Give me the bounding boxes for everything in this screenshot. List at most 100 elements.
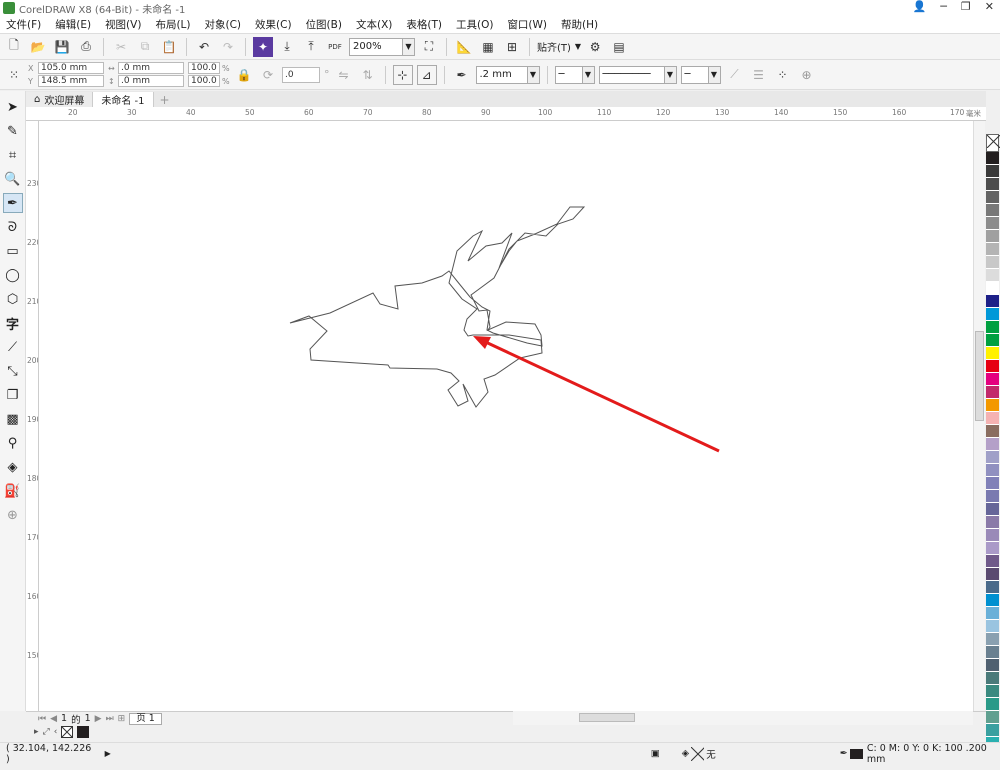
color-swatch[interactable]: [986, 243, 999, 256]
color-swatch[interactable]: [986, 659, 999, 672]
crop-tool-icon[interactable]: ⌗: [3, 145, 23, 165]
menu-help[interactable]: 帮助(H): [561, 17, 598, 32]
color-swatch[interactable]: [986, 477, 999, 490]
color-swatch[interactable]: [986, 360, 999, 373]
mirror-horizontal-icon[interactable]: ⇋: [334, 65, 354, 85]
horizontal-scroll-thumb[interactable]: [579, 713, 635, 722]
color-swatch[interactable]: [986, 321, 999, 334]
color-swatch[interactable]: [986, 217, 999, 230]
color-swatch[interactable]: [986, 204, 999, 217]
menu-effects[interactable]: 效果(C): [255, 17, 292, 32]
color-swatch[interactable]: [986, 568, 999, 581]
start-arrowhead-select[interactable]: ─ ▼: [554, 65, 595, 84]
wrap-text-icon[interactable]: ☰: [749, 65, 769, 85]
paste-icon[interactable]: 📋: [159, 37, 179, 57]
zoom-tool-icon[interactable]: 🔍: [3, 169, 23, 189]
palette-back-icon[interactable]: ‹: [54, 727, 58, 737]
show-rulers-icon[interactable]: 📐: [454, 37, 474, 57]
horizontal-scrollbar[interactable]: [513, 711, 973, 725]
add-page-icon[interactable]: ⊞: [118, 714, 126, 724]
interactive-fill-tool-icon[interactable]: ◈: [3, 457, 23, 477]
parallel-dimension-tool-icon[interactable]: ⟋: [3, 337, 23, 357]
artistic-media-tool-icon[interactable]: ᘐ: [3, 217, 23, 237]
redo-icon[interactable]: ↷: [218, 37, 238, 57]
copy-icon[interactable]: ⧉: [135, 37, 155, 57]
color-swatch[interactable]: [986, 594, 999, 607]
first-page-icon[interactable]: ⏮: [38, 714, 46, 724]
color-swatch[interactable]: [986, 178, 999, 191]
menu-text[interactable]: 文本(X): [356, 17, 392, 32]
color-swatch[interactable]: [986, 191, 999, 204]
color-swatch[interactable]: [986, 503, 999, 516]
color-swatch[interactable]: [986, 165, 999, 178]
menu-table[interactable]: 表格(T): [406, 17, 442, 32]
application-launcher-icon[interactable]: ▤: [609, 37, 629, 57]
color-proof-icon[interactable]: ▣: [651, 748, 660, 759]
save-icon[interactable]: 💾: [52, 37, 72, 57]
color-swatch[interactable]: [986, 581, 999, 594]
color-swatch[interactable]: [986, 490, 999, 503]
cut-icon[interactable]: ✂: [111, 37, 131, 57]
color-swatch[interactable]: [986, 685, 999, 698]
width-field[interactable]: .0 mm: [118, 62, 184, 74]
transparency-tool-icon[interactable]: ▩: [3, 409, 23, 429]
new-tab-plus-icon[interactable]: +: [158, 93, 172, 107]
connector-tool-icon[interactable]: ⤡: [3, 361, 23, 381]
user-icon[interactable]: 👤: [913, 0, 927, 13]
snap-to-menu[interactable]: 贴齐(T): [537, 39, 571, 54]
polygon-tool-icon[interactable]: ⬡: [3, 289, 23, 309]
scale-width-field[interactable]: 100.0: [188, 62, 220, 74]
black-swatch[interactable]: [77, 726, 90, 738]
eyedropper-icon[interactable]: ⤢: [43, 727, 50, 737]
drop-shadow-tool-icon[interactable]: ❐: [3, 385, 23, 405]
show-guidelines-icon[interactable]: ⊞: [502, 37, 522, 57]
color-swatch[interactable]: [986, 464, 999, 477]
snap-to-objects-icon[interactable]: ⊹: [392, 64, 413, 85]
show-grid-icon[interactable]: ▦: [478, 37, 498, 57]
last-page-icon[interactable]: ⏭: [106, 714, 114, 724]
color-swatch[interactable]: [986, 698, 999, 711]
dynamic-guides-icon[interactable]: ⊿: [416, 64, 437, 85]
drawing-canvas[interactable]: [39, 121, 973, 711]
color-swatch[interactable]: [986, 529, 999, 542]
add-tool-icon[interactable]: ⊕: [3, 505, 23, 525]
add-icon[interactable]: ⊕: [797, 65, 817, 85]
menu-window[interactable]: 窗口(W): [507, 17, 547, 32]
mirror-vertical-icon[interactable]: ⇅: [358, 65, 378, 85]
color-swatch[interactable]: [986, 269, 999, 282]
text-tool-icon[interactable]: 字: [3, 313, 23, 333]
status-expand-icon[interactable]: ▶: [105, 749, 111, 758]
end-arrowhead-select[interactable]: ─ ▼: [680, 65, 721, 84]
menu-bitmaps[interactable]: 位图(B): [306, 17, 342, 32]
color-swatch[interactable]: [986, 633, 999, 646]
color-swatch[interactable]: [986, 516, 999, 529]
color-swatch[interactable]: [986, 724, 999, 737]
quick-customize-icon[interactable]: ⁘: [773, 65, 793, 85]
no-color-swatch[interactable]: [986, 134, 1000, 152]
height-field[interactable]: .0 mm: [118, 75, 184, 87]
export-icon[interactable]: ⤒: [301, 37, 321, 57]
export-pdf-icon[interactable]: PDF: [325, 37, 345, 57]
menu-object[interactable]: 对象(C): [205, 17, 242, 32]
maximize-button[interactable]: ❐: [961, 0, 971, 13]
minimize-button[interactable]: ─: [940, 0, 947, 13]
close-button[interactable]: ✕: [985, 0, 994, 13]
vertical-scroll-thumb[interactable]: [975, 331, 984, 421]
pick-tool-icon[interactable]: ➤: [3, 97, 23, 117]
palette-expand-icon[interactable]: ▸: [34, 727, 39, 737]
y-position-field[interactable]: 148.5 mm: [38, 75, 104, 87]
color-swatch[interactable]: [986, 672, 999, 685]
no-fill-swatch[interactable]: [61, 726, 74, 738]
color-swatch[interactable]: [986, 555, 999, 568]
color-swatch[interactable]: [986, 334, 999, 347]
color-swatch[interactable]: [986, 607, 999, 620]
new-document-icon[interactable]: 🗋: [4, 37, 24, 57]
color-swatch[interactable]: [986, 256, 999, 269]
color-swatch[interactable]: [986, 399, 999, 412]
color-swatch[interactable]: [986, 425, 999, 438]
open-folder-icon[interactable]: 📂: [28, 37, 48, 57]
lock-ratio-icon[interactable]: 🔒: [234, 65, 254, 85]
vertical-ruler[interactable]: 230 220 210 200 190 180 170 160 150: [26, 121, 39, 711]
freehand-outline-shape[interactable]: [289, 206, 586, 408]
x-position-field[interactable]: 105.0 mm: [38, 62, 104, 74]
